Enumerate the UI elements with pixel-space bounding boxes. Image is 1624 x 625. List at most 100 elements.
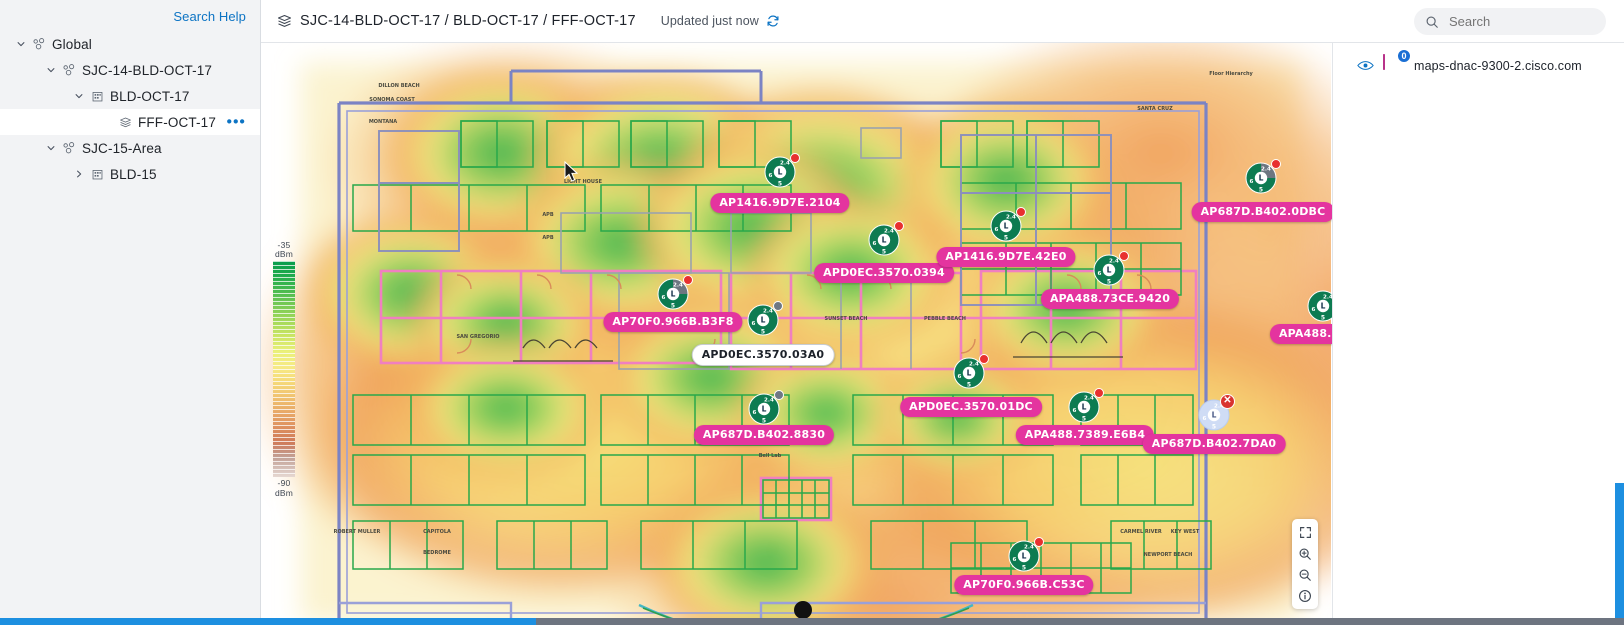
- room-label: APB: [542, 212, 554, 218]
- tree-item-label: BLD-15: [110, 166, 157, 182]
- tree-item-sjc-14-bld-oct-17[interactable]: SJC-14-BLD-OCT-17: [0, 57, 260, 83]
- access-point-marker[interactable]: L 2.4 5 6: [763, 153, 800, 189]
- access-point-marker[interactable]: L 2.4 5 6 ✕: [1197, 394, 1235, 432]
- tree-item-fff-oct-17[interactable]: FFF-OCT-17 •••: [0, 109, 260, 135]
- search-input[interactable]: [1447, 13, 1577, 30]
- svg-text:5: 5: [967, 381, 971, 388]
- refresh-icon[interactable]: [766, 14, 780, 28]
- ap-alert-dot: [894, 221, 904, 231]
- tree-item-label: BLD-OCT-17: [110, 88, 190, 104]
- search-icon: [1425, 15, 1439, 29]
- fit-to-screen-icon[interactable]: [1292, 522, 1318, 543]
- site-tree: Global SJC-14-BLD-OCT-17 BLD-OCT-17 FFF-OCT…: [0, 31, 260, 187]
- access-point-label[interactable]: APD0EC.3570.01DC: [900, 397, 1042, 417]
- network-hierarchy-icon: [29, 37, 49, 51]
- svg-text:5: 5: [1022, 564, 1026, 571]
- svg-text:5: 5: [762, 417, 766, 424]
- tree-item-sjc-15-area[interactable]: SJC-15-Area: [0, 135, 260, 161]
- search-box[interactable]: [1414, 8, 1606, 35]
- chevron-down-icon[interactable]: [70, 91, 87, 101]
- access-point-label[interactable]: AP70F0.966B.C53C: [954, 575, 1094, 595]
- bottom-progress-bar: [0, 618, 1624, 625]
- building-icon: [87, 90, 107, 103]
- svg-text:2.4: 2.4: [1084, 395, 1094, 401]
- svg-text:6: 6: [751, 321, 755, 327]
- access-point-marker[interactable]: L 2.4 5 6: [952, 354, 989, 390]
- breadcrumb[interactable]: SJC-14-BLD-OCT-17 / BLD-OCT-17 / FFF-OCT…: [300, 13, 636, 29]
- svg-text:6: 6: [957, 374, 961, 380]
- chevron-down-icon[interactable]: [42, 143, 59, 153]
- chevron-right-icon[interactable]: [70, 169, 87, 179]
- access-point-marker[interactable]: L 2.4 5 6: [747, 390, 784, 426]
- access-point-label[interactable]: APD0EC.3570.03A0: [691, 344, 835, 366]
- floor-stack-icon: [277, 14, 292, 29]
- svg-text:5: 5: [1082, 415, 1086, 422]
- device-row[interactable]: 0 maps-dnac-9300-2.cisco.com: [1357, 49, 1624, 76]
- zoom-out-icon[interactable]: [1292, 564, 1318, 585]
- chevron-down-icon[interactable]: [12, 39, 29, 49]
- zoom-in-icon[interactable]: [1292, 543, 1318, 564]
- svg-text:L: L: [761, 316, 766, 325]
- updated-status: Updated just now: [660, 14, 759, 28]
- access-point-marker[interactable]: L 2.4 5 6: [1306, 289, 1332, 323]
- wireless-maps-app: Search Help Global SJC-14-BLD-OCT-17 BLD-O…: [0, 0, 1624, 625]
- tree-item-more-actions[interactable]: •••: [227, 115, 246, 130]
- svg-text:L: L: [1212, 411, 1217, 420]
- access-point-marker[interactable]: L 2.4 5 6: [656, 275, 693, 311]
- tree-item-label: Global: [52, 36, 92, 52]
- svg-text:5: 5: [882, 248, 886, 255]
- access-point-label[interactable]: AP1416.9D7E.2104: [710, 193, 850, 213]
- access-point-marker[interactable]: L 2.4 5 6: [989, 207, 1026, 243]
- access-point-marker[interactable]: L 2.4 5 6: [867, 221, 904, 257]
- floor-map[interactable]: DILLON BEACH SONOMA COAST MONTANA SANTA CRU…: [261, 43, 1332, 625]
- legend-min-value: -90 dBm: [274, 478, 294, 498]
- access-point-label[interactable]: APA488.7389.E6B4: [1015, 425, 1155, 445]
- access-point-label[interactable]: APA488.73CE.9420: [1040, 289, 1180, 309]
- info-icon[interactable]: [1292, 585, 1318, 606]
- svg-text:6: 6: [1311, 307, 1315, 313]
- vertical-scrollbar[interactable]: [1615, 483, 1624, 625]
- search-help-link[interactable]: Search Help: [0, 0, 260, 24]
- access-point-label[interactable]: AP1416.9D7E.42E0: [936, 247, 1076, 267]
- access-point-label[interactable]: AP70F0.966B.B3F8: [603, 312, 743, 332]
- svg-text:6: 6: [768, 173, 772, 179]
- chevron-down-icon[interactable]: [42, 65, 59, 75]
- room-label: MONTANA: [369, 119, 397, 125]
- access-point-marker[interactable]: L 2.4 5 6: [1007, 537, 1044, 573]
- access-point-label[interactable]: APD0EC.3570.0394: [814, 263, 954, 283]
- ap-alert-dot: [1094, 388, 1104, 398]
- room-label: APB: [542, 235, 554, 241]
- access-point-label[interactable]: AP687D.B402.7DA0: [1142, 434, 1286, 454]
- device-name[interactable]: maps-dnac-9300-2.cisco.com: [1414, 59, 1582, 73]
- network-hierarchy-icon: [59, 141, 79, 155]
- access-point-label[interactable]: APA488.73CE.8344: [1269, 324, 1332, 344]
- svg-text:5: 5: [761, 328, 765, 335]
- room-label: BEDROME: [423, 550, 451, 556]
- svg-text:L: L: [778, 168, 783, 177]
- svg-text:6: 6: [1097, 271, 1101, 277]
- tree-item-bld-15[interactable]: BLD-15: [0, 161, 260, 187]
- room-label: SANTA CRUZ: [1137, 106, 1173, 112]
- wlc-device-icon: 0: [1383, 49, 1411, 76]
- svg-text:5: 5: [1004, 234, 1008, 241]
- ap-alert-dot: [683, 275, 693, 285]
- access-point-marker[interactable]: L 2.4 5 6: [746, 301, 783, 337]
- svg-text:L: L: [762, 405, 767, 414]
- bottom-progress-fill: [0, 618, 536, 625]
- page-loading-dot: [794, 601, 812, 619]
- svg-text:6: 6: [1072, 408, 1076, 414]
- svg-text:6: 6: [994, 227, 998, 233]
- access-point-marker[interactable]: L 2.4 5 6: [1244, 159, 1281, 195]
- map-zoom-controls[interactable]: [1292, 519, 1318, 609]
- room-label: Bell Lab: [759, 453, 782, 459]
- access-point-marker[interactable]: L 2.4 5 6: [1067, 388, 1104, 424]
- access-point-marker[interactable]: L 2.4 5 6: [1092, 251, 1129, 287]
- tree-item-bld-oct-17[interactable]: BLD-OCT-17: [0, 83, 260, 109]
- access-point-label[interactable]: AP687D.B402.0DBC: [1191, 202, 1332, 222]
- tree-item-global[interactable]: Global: [0, 31, 260, 57]
- svg-text:5: 5: [778, 180, 782, 187]
- eye-visibility-icon[interactable]: [1357, 60, 1374, 71]
- svg-text:L: L: [671, 290, 676, 299]
- device-info-rail: 0 maps-dnac-9300-2.cisco.com: [1332, 43, 1624, 625]
- access-point-label[interactable]: AP687D.B402.8830: [693, 425, 835, 445]
